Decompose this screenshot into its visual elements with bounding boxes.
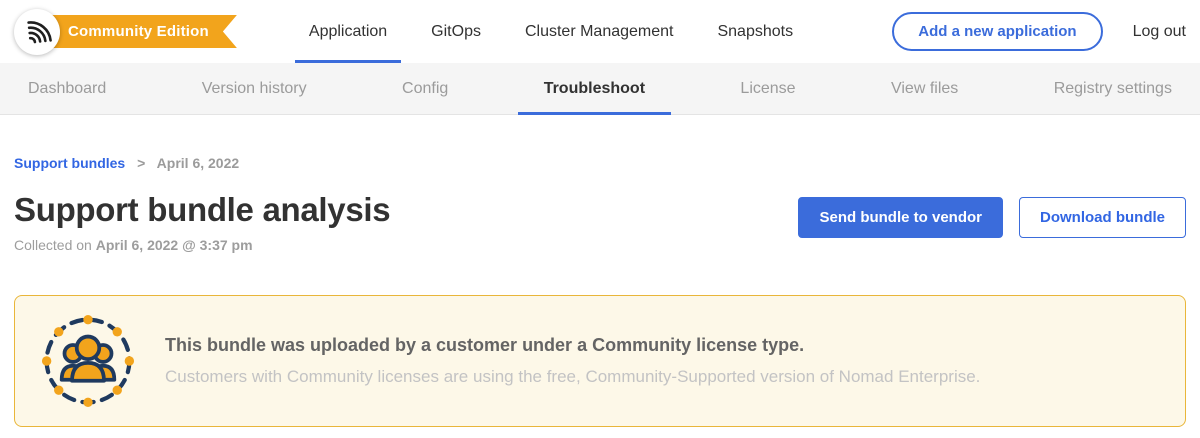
send-bundle-to-vendor-button[interactable]: Send bundle to vendor — [798, 197, 1003, 238]
page-title-block: Support bundle analysis Collected on Apr… — [14, 191, 390, 253]
main-content: Support bundles > April 6, 2022 Support … — [0, 155, 1200, 427]
tab-gitops[interactable]: GitOps — [409, 0, 503, 63]
top-nav-tabs: Application GitOps Cluster Management Sn… — [287, 0, 815, 63]
breadcrumb: Support bundles > April 6, 2022 — [14, 155, 1186, 171]
app-subnav: Dashboard Version history Config Trouble… — [0, 63, 1200, 115]
subnav-item-version-history[interactable]: Version history — [198, 63, 311, 115]
community-edition-badge: Community Edition — [48, 15, 237, 48]
breadcrumb-current: April 6, 2022 — [157, 155, 240, 171]
brand: Community Edition — [14, 9, 237, 55]
subnav-item-registry-settings[interactable]: Registry settings — [1050, 63, 1176, 115]
subnav-item-dashboard[interactable]: Dashboard — [24, 63, 110, 115]
add-new-application-button[interactable]: Add a new application — [892, 12, 1102, 51]
app-logo[interactable] — [14, 9, 60, 55]
log-out-link[interactable]: Log out — [1133, 23, 1186, 41]
subnav-item-view-files[interactable]: View files — [887, 63, 962, 115]
subnav-item-troubleshoot[interactable]: Troubleshoot — [540, 63, 649, 115]
topnav-right: Add a new application Log out — [892, 12, 1186, 51]
collected-timestamp: Collected on April 6, 2022 @ 3:37 pm — [14, 237, 390, 253]
top-navbar: Community Edition Application GitOps Clu… — [0, 0, 1200, 63]
tab-snapshots[interactable]: Snapshots — [695, 0, 815, 63]
community-license-banner: This bundle was uploaded by a customer u… — [14, 295, 1186, 427]
collected-date: April 6, 2022 @ 3:37 pm — [96, 237, 253, 253]
collected-prefix: Collected on — [14, 237, 96, 253]
banner-text-block: This bundle was uploaded by a customer u… — [165, 335, 980, 387]
app-logo-signal-icon — [22, 17, 52, 47]
breadcrumb-separator: > — [137, 155, 145, 171]
tab-cluster-management[interactable]: Cluster Management — [503, 0, 696, 63]
tab-application[interactable]: Application — [287, 0, 409, 63]
page-header: Support bundle analysis Collected on Apr… — [14, 191, 1186, 253]
page-title: Support bundle analysis — [14, 191, 390, 229]
banner-subtext: Customers with Community licenses are us… — [165, 367, 980, 387]
banner-heading: This bundle was uploaded by a customer u… — [165, 335, 980, 356]
subnav-item-license[interactable]: License — [736, 63, 799, 115]
subnav-item-config[interactable]: Config — [398, 63, 452, 115]
bundle-actions: Send bundle to vendor Download bundle — [798, 191, 1186, 238]
download-bundle-button[interactable]: Download bundle — [1019, 197, 1186, 238]
community-people-icon — [41, 314, 135, 408]
breadcrumb-support-bundles-link[interactable]: Support bundles — [14, 155, 125, 171]
